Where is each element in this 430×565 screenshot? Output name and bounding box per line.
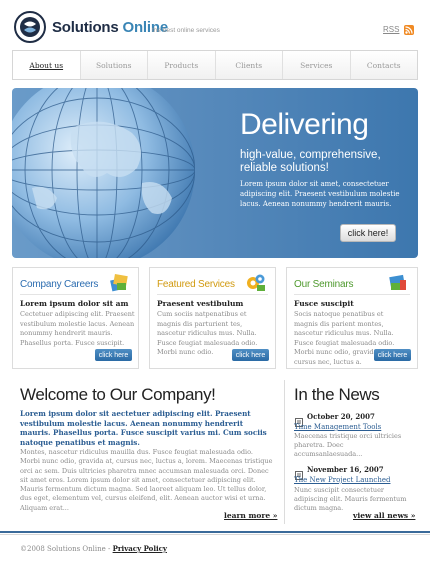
column-services: Featured Services Praesent vestibulum Cu…	[149, 267, 276, 369]
rss-link[interactable]: RSS	[383, 25, 399, 34]
column-careers: Company Careers Lorem ipsum dolor sit am…	[12, 267, 139, 369]
banner-title: Delivering	[240, 108, 369, 141]
banner-click-here-button[interactable]: click here!	[340, 224, 396, 242]
welcome-lead: Lorem ipsum dolor sit aectetuer adipisci…	[20, 409, 267, 447]
column-body: Cectetuer adipiscing elit. Praesent vest…	[20, 310, 135, 347]
services-icon	[245, 271, 267, 293]
logo-icon	[13, 10, 47, 44]
column-divider	[157, 294, 268, 295]
main-nav: About us Solutions Products Clients Serv…	[12, 50, 418, 80]
nav-solutions[interactable]: Solutions	[79, 51, 148, 79]
column-heading: Lorem ipsum dolor sit am	[20, 299, 129, 308]
banner-body: Lorem ipsum dolor sit amet, consectetuer…	[240, 180, 400, 208]
banner-subtitle: high-value, comprehensive, reliable solu…	[240, 149, 381, 174]
nav-products[interactable]: Products	[147, 51, 215, 79]
tagline: the best online services	[152, 27, 220, 34]
seminars-click-here-button[interactable]: click here	[374, 349, 411, 361]
careers-click-here-button[interactable]: click here	[95, 349, 132, 361]
news-date: October 20, 2007	[307, 412, 375, 421]
footer-copyright: ©2008 Solutions Online -	[20, 545, 113, 553]
column-heading: Praesent vestibulum	[157, 299, 244, 308]
logo-title-bold: Solutions	[52, 19, 119, 36]
learn-more-link[interactable]: learn more »	[224, 511, 277, 520]
section-divider	[284, 380, 285, 524]
news-text: Nunc suscipit consectetuer adipiscing el…	[294, 486, 407, 512]
privacy-policy-link[interactable]: Privacy Policy	[113, 544, 167, 553]
welcome-body: Montes, nascetur ridiculus mauilla dus. …	[20, 448, 273, 512]
column-seminars: Our Seminars Fusce suscipit Socis natoqu…	[286, 267, 418, 369]
logo-title[interactable]: Solutions Online	[52, 19, 168, 36]
nav-contacts[interactable]: Contacts	[349, 51, 418, 79]
footer: ©2008 Solutions Online - Privacy Policy	[20, 544, 167, 553]
footer-rule	[0, 531, 430, 533]
seminars-icon	[387, 271, 409, 293]
document-icon	[295, 465, 303, 480]
column-title: Featured Services	[157, 279, 235, 290]
rss-icon[interactable]	[404, 25, 414, 35]
nav-services[interactable]: Services	[282, 51, 350, 79]
hero-banner: Delivering high-value, comprehensive, re…	[12, 88, 418, 258]
careers-icon	[108, 271, 130, 293]
news-link-time-management[interactable]: Time Management Tools	[294, 423, 381, 431]
news-link-new-project[interactable]: The New Project Launched	[294, 476, 390, 484]
view-all-news-link[interactable]: view all news »	[353, 511, 415, 520]
welcome-title: Welcome to Our Company!	[20, 385, 216, 404]
column-title: Our Seminars	[294, 279, 354, 290]
column-heading: Fusce suscipit	[294, 299, 354, 308]
column-title: Company Careers	[20, 279, 99, 290]
document-icon	[295, 412, 303, 427]
column-divider	[294, 294, 410, 295]
nav-about-us[interactable]: About us	[13, 51, 80, 79]
news-text: Maecenas tristique orci ultricies pharet…	[294, 432, 402, 458]
footer-rule-light	[0, 534, 430, 535]
news-date: November 16, 2007	[307, 465, 384, 474]
column-divider	[20, 294, 131, 295]
nav-clients[interactable]: Clients	[214, 51, 283, 79]
news-title: In the News	[294, 385, 380, 404]
services-click-here-button[interactable]: click here	[232, 349, 269, 361]
